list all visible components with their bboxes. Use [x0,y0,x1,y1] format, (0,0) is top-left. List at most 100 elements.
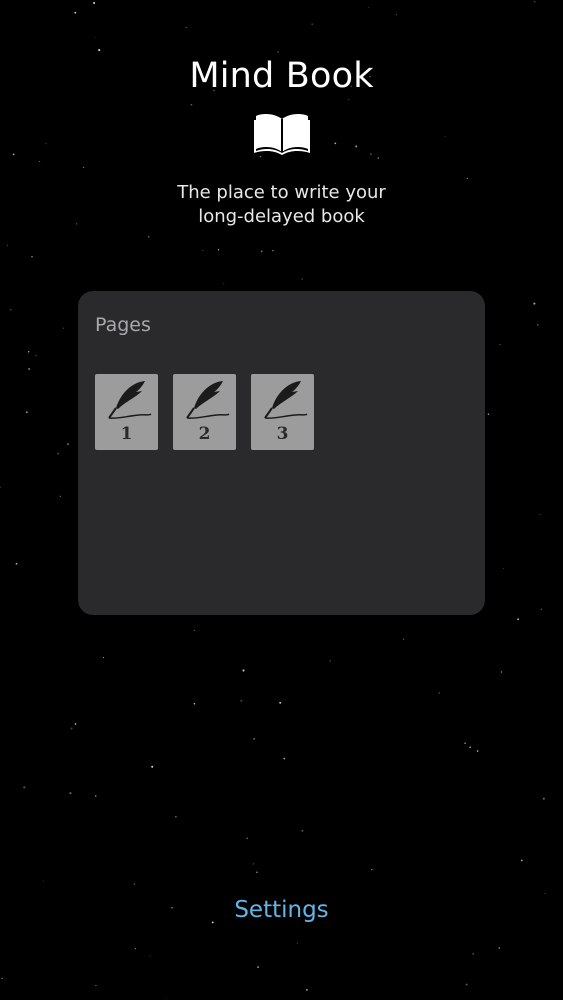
star [539,513,541,515]
open-book-icon [254,114,310,155]
star [329,660,331,662]
star [165,998,167,1000]
star [487,413,490,415]
star [469,746,472,749]
star [59,495,61,498]
star [301,278,303,280]
star [544,892,546,895]
star [533,302,536,305]
star [246,837,248,840]
star [542,797,545,800]
star [69,792,72,795]
quill-icon [108,381,152,419]
star [517,618,520,621]
star [367,7,369,9]
star [66,443,70,446]
star [296,942,298,944]
star [466,177,469,180]
star [95,984,97,987]
star [45,143,47,145]
star [23,786,26,789]
star [396,14,398,16]
star [348,98,350,100]
tagline: The place to write your long-delayed boo… [0,181,563,229]
star [279,701,282,704]
star [15,562,18,565]
star [277,51,279,53]
star [311,23,313,25]
star [534,1,536,3]
star [499,343,501,346]
star [283,757,286,760]
tagline-line-2: long-delayed book [198,206,365,227]
settings-button[interactable]: Settings [0,897,563,923]
star [70,727,73,730]
star [151,765,154,768]
star [476,750,479,752]
star [403,638,405,640]
page-tile-2[interactable]: 2 [173,374,236,450]
page-tile-3[interactable]: 3 [251,374,314,450]
star [520,859,523,862]
quill-icon [264,381,308,419]
star [31,256,33,258]
app-screen: Mind Book The place to write your long-d… [0,0,563,1000]
star [25,411,28,414]
star [35,355,37,357]
star [371,869,373,871]
star [464,742,466,744]
star [500,671,503,673]
star [472,953,474,955]
star [57,452,60,455]
star [537,324,539,326]
star [438,692,440,694]
star [134,948,136,950]
app-title: Mind Book [189,56,374,96]
star [93,2,96,4]
star [94,795,97,797]
quill-icon [186,381,230,419]
star [28,368,30,370]
page-number: 1 [120,424,133,444]
star [74,11,77,14]
star [260,250,263,253]
star [9,308,12,311]
star [540,608,543,610]
star [98,49,101,52]
star [83,166,85,168]
star [149,956,151,957]
star [465,983,468,986]
star [355,145,358,148]
star [133,883,136,885]
star [102,657,105,659]
star [444,136,446,138]
star [272,249,274,252]
star [252,863,255,865]
star [259,155,262,158]
page-number: 2 [198,424,211,444]
star [39,161,41,162]
pages-panel: Pages 1 2 3 [78,291,485,615]
star [202,250,204,252]
star [217,249,220,251]
star [62,327,64,329]
star [190,103,193,106]
star [370,153,372,155]
star [257,966,260,969]
star [223,283,225,285]
page-number: 3 [276,424,289,444]
star [28,351,30,353]
star [306,989,308,991]
star [502,567,504,569]
star [334,142,337,145]
star [377,157,380,159]
star [256,871,258,874]
star [0,486,1,488]
page-tile-1[interactable]: 1 [95,374,158,450]
star [147,235,150,238]
star [1,977,3,980]
star [12,153,15,156]
star [253,738,255,740]
star [74,723,77,725]
star [94,36,96,38]
